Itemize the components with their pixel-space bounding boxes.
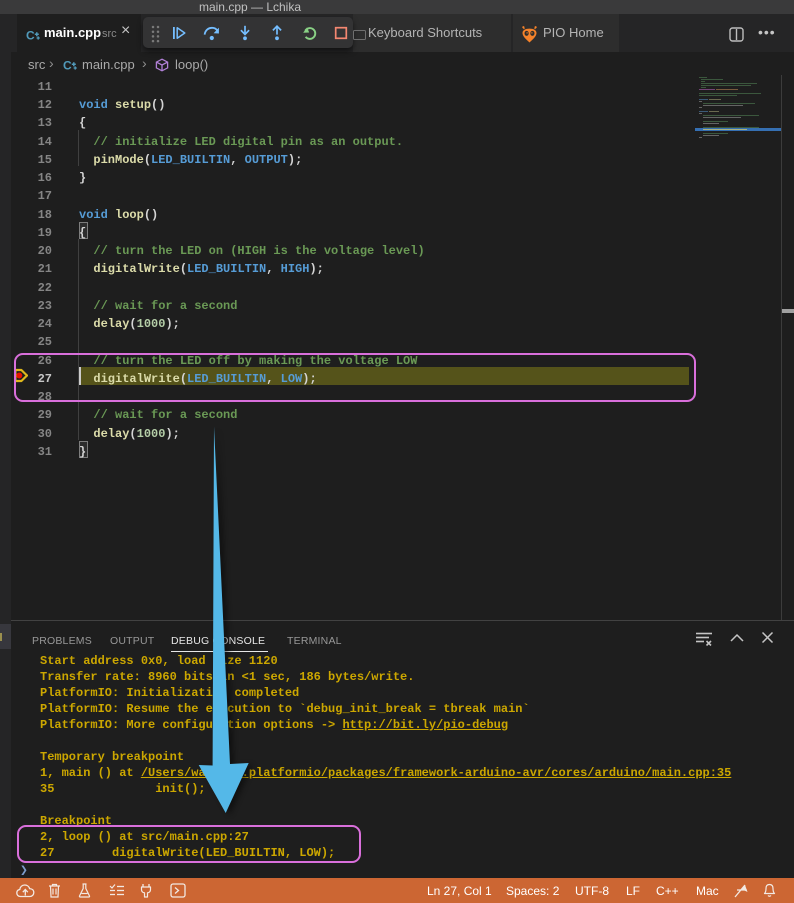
- svg-text:C: C: [63, 59, 72, 73]
- svg-text:C: C: [26, 29, 35, 43]
